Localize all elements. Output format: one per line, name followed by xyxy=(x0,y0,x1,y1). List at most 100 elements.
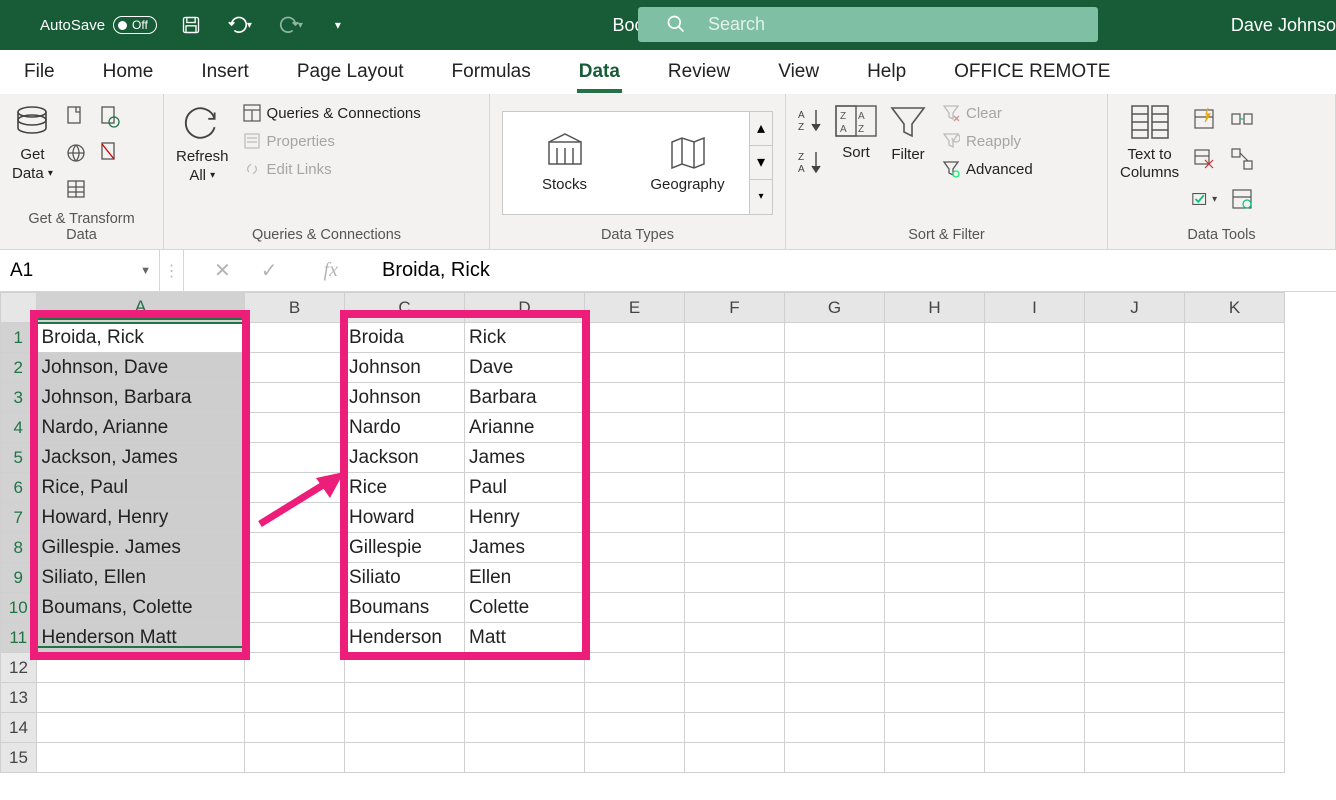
data-types-scroll-up[interactable]: ▴ xyxy=(750,112,772,146)
cell[interactable] xyxy=(985,503,1085,533)
cell[interactable]: Ellen xyxy=(465,563,585,593)
row-header[interactable]: 9 xyxy=(1,563,37,593)
cell[interactable] xyxy=(885,473,985,503)
cell[interactable] xyxy=(245,383,345,413)
user-name[interactable]: Dave Johnso xyxy=(1231,0,1336,50)
row-header[interactable]: 10 xyxy=(1,593,37,623)
from-table-range-icon[interactable] xyxy=(63,174,89,204)
flash-fill-icon[interactable] xyxy=(1189,102,1219,136)
cell[interactable] xyxy=(785,413,885,443)
row-header[interactable]: 5 xyxy=(1,443,37,473)
cell[interactable] xyxy=(685,683,785,713)
row-header[interactable]: 7 xyxy=(1,503,37,533)
consolidate-icon[interactable] xyxy=(1227,102,1257,136)
cell[interactable] xyxy=(585,533,685,563)
cell[interactable] xyxy=(1185,653,1285,683)
tab-view[interactable]: View xyxy=(754,51,843,93)
row-header[interactable]: 1 xyxy=(1,323,37,353)
cell[interactable] xyxy=(685,383,785,413)
cell[interactable] xyxy=(785,473,885,503)
cancel-icon[interactable]: ✕ xyxy=(214,258,231,283)
cell[interactable] xyxy=(245,713,345,743)
cell[interactable] xyxy=(985,533,1085,563)
cell[interactable] xyxy=(345,713,465,743)
get-data-button[interactable]: Get Data ▾ xyxy=(12,102,53,184)
col-header-A[interactable]: A xyxy=(37,293,245,323)
cell[interactable]: Siliato xyxy=(345,563,465,593)
cell[interactable]: Nardo, Arianne xyxy=(37,413,245,443)
cell[interactable] xyxy=(585,323,685,353)
row-header[interactable]: 3 xyxy=(1,383,37,413)
cell[interactable] xyxy=(985,623,1085,653)
cell[interactable] xyxy=(585,623,685,653)
cell[interactable]: Arianne xyxy=(465,413,585,443)
cell[interactable] xyxy=(885,653,985,683)
col-header-I[interactable]: I xyxy=(985,293,1085,323)
cell[interactable]: Boumans, Colette xyxy=(37,593,245,623)
stocks-button[interactable]: Stocks xyxy=(503,112,626,214)
search-input[interactable] xyxy=(638,7,1098,42)
cell[interactable] xyxy=(985,563,1085,593)
col-header-J[interactable]: J xyxy=(1085,293,1185,323)
cell[interactable] xyxy=(245,413,345,443)
row-header[interactable]: 6 xyxy=(1,473,37,503)
cell[interactable] xyxy=(685,503,785,533)
cell[interactable] xyxy=(785,713,885,743)
row-header[interactable]: 11 xyxy=(1,623,37,653)
cell[interactable] xyxy=(1085,563,1185,593)
cell[interactable] xyxy=(1085,743,1185,773)
cell[interactable] xyxy=(245,473,345,503)
cell[interactable]: Barbara xyxy=(465,383,585,413)
cell[interactable] xyxy=(885,323,985,353)
cell[interactable] xyxy=(1185,443,1285,473)
cell[interactable]: Henderson Matt xyxy=(37,623,245,653)
remove-duplicates-icon[interactable] xyxy=(1189,142,1219,176)
row-header[interactable]: 2 xyxy=(1,353,37,383)
cell[interactable]: Henderson xyxy=(345,623,465,653)
queries-connections-button[interactable]: Queries & Connections xyxy=(239,102,425,124)
cell[interactable] xyxy=(585,413,685,443)
col-header-C[interactable]: C xyxy=(345,293,465,323)
tab-office-remote[interactable]: OFFICE REMOTE xyxy=(930,51,1134,93)
cell[interactable] xyxy=(37,743,245,773)
recent-sources-icon[interactable] xyxy=(97,102,123,132)
cell[interactable] xyxy=(1185,503,1285,533)
cell[interactable] xyxy=(1085,383,1185,413)
cell[interactable] xyxy=(685,743,785,773)
cell[interactable] xyxy=(1085,713,1185,743)
cell[interactable] xyxy=(685,653,785,683)
cell[interactable] xyxy=(785,443,885,473)
tab-data[interactable]: Data xyxy=(555,51,644,93)
cell[interactable] xyxy=(1185,683,1285,713)
from-text-csv-icon[interactable] xyxy=(63,102,89,132)
cell[interactable]: Jackson, James xyxy=(37,443,245,473)
sort-button[interactable]: ZAAZ Sort xyxy=(834,102,878,162)
sort-az-icon[interactable]: AZ xyxy=(798,108,824,132)
cell[interactable]: Henry xyxy=(465,503,585,533)
cell[interactable] xyxy=(37,683,245,713)
cell[interactable] xyxy=(1085,623,1185,653)
cell[interactable] xyxy=(585,353,685,383)
cell[interactable] xyxy=(985,383,1085,413)
cell[interactable] xyxy=(245,563,345,593)
sort-za-icon[interactable]: ZA xyxy=(798,150,824,174)
cell[interactable] xyxy=(37,653,245,683)
row-header[interactable]: 12 xyxy=(1,653,37,683)
cell[interactable] xyxy=(1185,533,1285,563)
cell[interactable] xyxy=(245,443,345,473)
cell[interactable] xyxy=(245,353,345,383)
cell[interactable] xyxy=(785,623,885,653)
cell[interactable] xyxy=(885,443,985,473)
cell[interactable] xyxy=(245,623,345,653)
cell[interactable] xyxy=(585,383,685,413)
cell[interactable] xyxy=(245,653,345,683)
cell[interactable] xyxy=(345,653,465,683)
cell[interactable] xyxy=(245,323,345,353)
col-header-G[interactable]: G xyxy=(785,293,885,323)
filter-button[interactable]: Filter xyxy=(888,102,928,164)
cell[interactable]: Johnson, Barbara xyxy=(37,383,245,413)
cell[interactable] xyxy=(785,323,885,353)
cell[interactable] xyxy=(1185,383,1285,413)
col-header-D[interactable]: D xyxy=(465,293,585,323)
name-box-expand-handle[interactable]: ⋮ xyxy=(160,250,184,291)
